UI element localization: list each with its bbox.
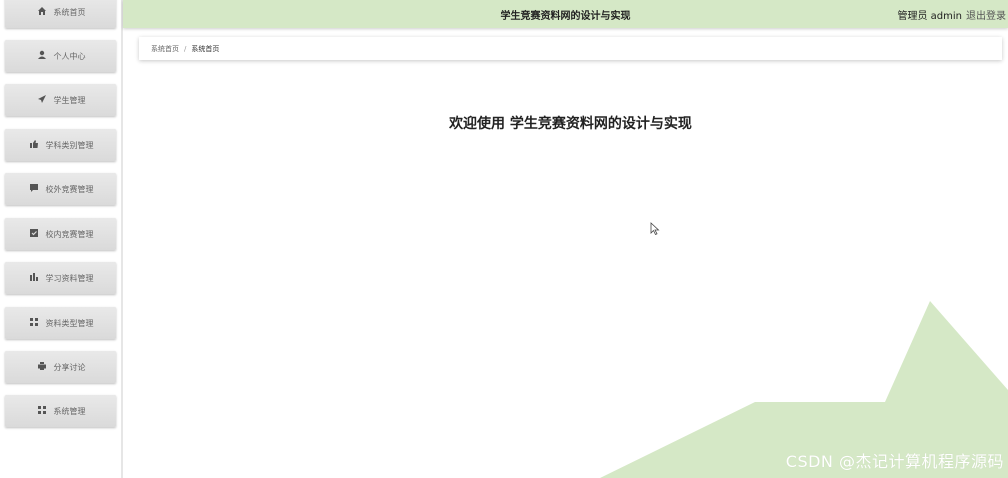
sidebar-item-subject-category[interactable]: 学科类别管理 [5,129,116,161]
print-icon [36,361,48,373]
sidebar-item-label: 校外竞赛管理 [45,184,94,194]
watermark: CSDN @杰记计算机程序源码 [785,452,1004,471]
sidebar-item-material-types[interactable]: 资料类型管理 [5,307,116,339]
sidebar-item-label: 学习资料管理 [45,273,94,283]
home-icon [36,6,48,18]
welcome-heading: 欢迎使用 学生竞赛资料网的设计与实现 [449,116,692,132]
top-header: 学生竞赛资料网的设计与实现 管理员 admin 退出登录 [123,0,1008,28]
sidebar-item-external-competition[interactable]: 校外竞赛管理 [5,173,116,205]
checkbox-icon [28,228,40,240]
sidebar-item-label: 系统管理 [53,406,86,416]
grid-icon [28,317,40,329]
sidebar-item-study-materials[interactable]: 学习资料管理 [5,262,116,294]
breadcrumb: 系统首页 / 系统首页 [139,37,1002,60]
sidebar-divider [121,0,123,478]
breadcrumb-current: 系统首页 [191,44,220,53]
current-user: 管理员 admin [897,11,962,22]
sidebar-item-internal-competition[interactable]: 校内竞赛管理 [5,218,116,250]
paper-plane-icon [36,94,48,106]
sidebar-item-label: 系统首页 [53,7,86,17]
sidebar-item-label: 学生管理 [53,95,86,105]
user-icon [36,50,48,62]
mouse-cursor-icon [650,222,660,236]
sidebar-item-label: 学科类别管理 [45,140,94,150]
sidebar-item-label: 个人中心 [53,51,86,61]
sidebar-item-discussion[interactable]: 分享讨论 [5,351,116,383]
sidebar: 系统首页 个人中心 学生管理 学科类别管理 校外竞赛管理 校内竞赛管理 学习资料… [0,0,121,478]
grid-icon [36,405,48,417]
thumbs-up-icon [28,139,40,151]
breadcrumb-separator: / [184,44,187,53]
sidebar-item-home[interactable]: 系统首页 [5,0,116,28]
sidebar-item-students[interactable]: 学生管理 [5,84,116,116]
sidebar-item-profile[interactable]: 个人中心 [5,40,116,72]
breadcrumb-root[interactable]: 系统首页 [151,44,179,54]
bar-chart-icon [28,272,40,284]
comment-icon [28,183,40,195]
sidebar-item-label: 校内竞赛管理 [45,229,94,239]
sidebar-item-system[interactable]: 系统管理 [5,395,116,427]
app-title: 学生竞赛资料网的设计与实现 [500,11,631,22]
sidebar-item-label: 资料类型管理 [45,318,94,328]
logout-link[interactable]: 退出登录 [966,7,1006,22]
sidebar-item-label: 分享讨论 [53,362,86,372]
